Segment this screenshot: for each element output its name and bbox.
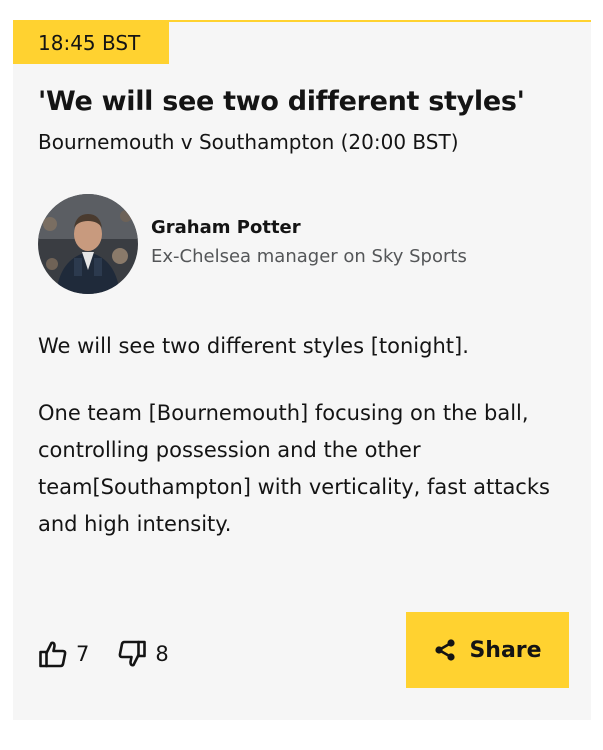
author-name: Graham Potter [151, 217, 301, 238]
dislike-count: 8 [155, 642, 169, 666]
share-icon [435, 639, 456, 661]
thumbs-down-icon [118, 640, 147, 667]
reaction-bar: 7 8 [38, 634, 169, 674]
post-body: We will see two different styles [tonigh… [38, 328, 568, 573]
thumbs-up-icon [39, 641, 67, 668]
like-button[interactable]: 7 [38, 639, 89, 669]
person-photo-icon [38, 194, 138, 294]
author-avatar [38, 194, 138, 294]
share-button[interactable]: Share [406, 612, 569, 688]
dislike-button[interactable]: 8 [117, 639, 169, 669]
post-subheadline: Bournemouth v Southampton (20:00 BST) [38, 130, 459, 154]
body-paragraph: One team [Bournemouth] focusing on the b… [38, 401, 550, 536]
author-role: Ex-Chelsea manager on Sky Sports [151, 246, 467, 267]
share-label: Share [469, 637, 542, 663]
like-count: 7 [76, 642, 90, 666]
post-headline: 'We will see two different styles' [38, 86, 525, 117]
timestamp-badge: 18:45 BST [13, 22, 169, 64]
body-paragraph: We will see two different styles [tonigh… [38, 334, 469, 358]
live-post-card: 18:45 BST 'We will see two different sty… [13, 20, 591, 720]
